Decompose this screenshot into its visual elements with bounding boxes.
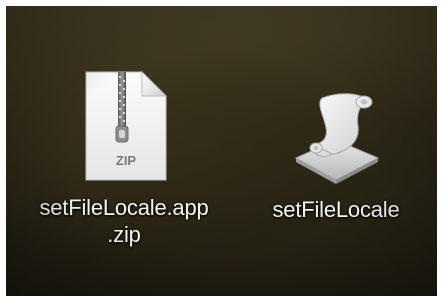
app-label-wrap: setFileLocale	[272, 196, 399, 223]
zip-archive-icon: ZIP	[85, 70, 168, 181]
zip-file-label: setFileLocale.app .zip	[39, 194, 208, 248]
zip-file-label-line2: .zip	[107, 222, 141, 247]
desktop: ZIP setFileLocale.app .zip setFileLocale	[6, 6, 437, 296]
desktop-icon-app[interactable]: setFileLocale	[250, 88, 422, 223]
script-scroll-icon	[294, 93, 380, 184]
zip-file-label-line1: setFileLocale.app	[39, 195, 209, 220]
app-label: setFileLocale	[272, 197, 400, 222]
zip-badge-text: ZIP	[116, 153, 137, 168]
screenshot-frame: ZIP setFileLocale.app .zip setFileLocale	[0, 0, 443, 302]
desktop-icon-zip-file[interactable]: ZIP setFileLocale.app .zip	[16, 70, 232, 248]
